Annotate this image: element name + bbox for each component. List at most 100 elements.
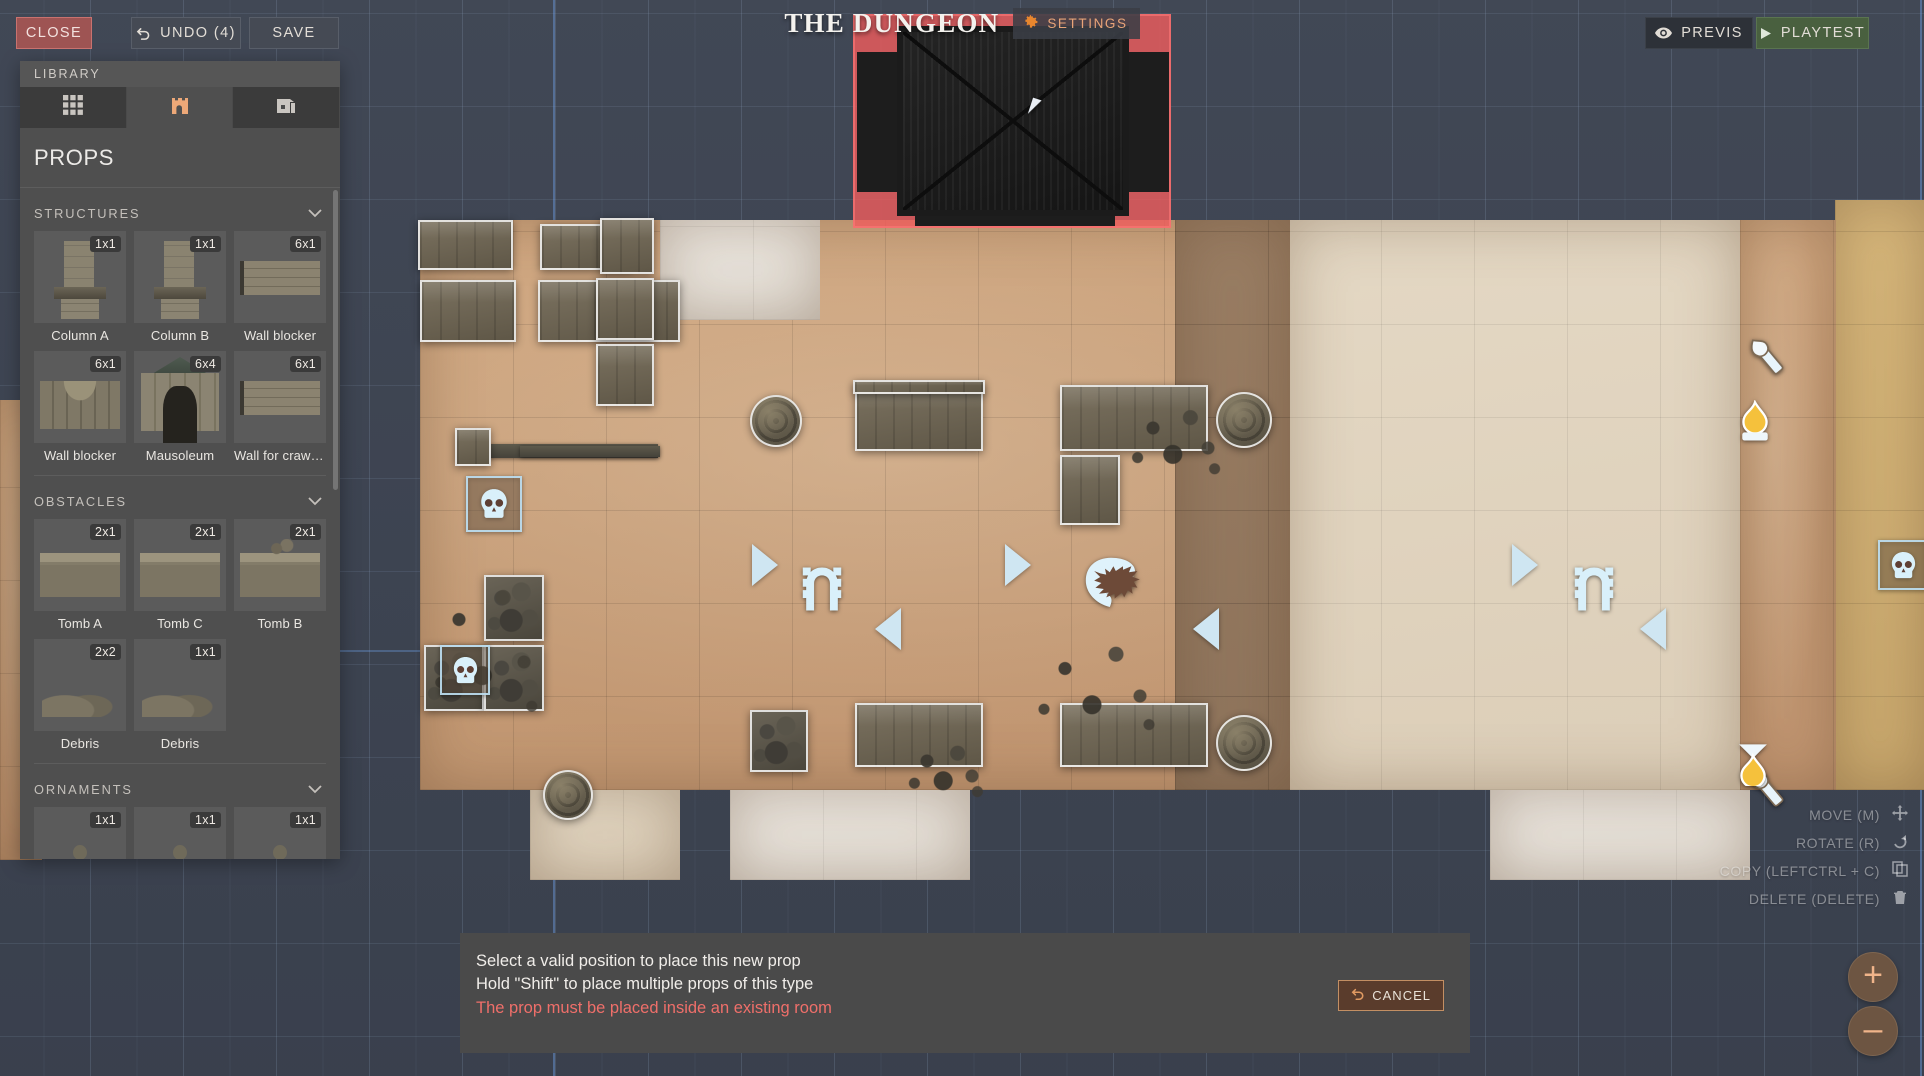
skull-icon[interactable]	[440, 645, 490, 695]
arrow-right-icon[interactable]	[1512, 544, 1538, 586]
library-item-size: 1x1	[189, 644, 221, 660]
door-arch-icon[interactable]	[1568, 560, 1620, 618]
monster-jaws-icon[interactable]	[1078, 552, 1144, 614]
gear-icon	[1023, 14, 1039, 33]
chevron-down-icon[interactable]	[308, 782, 322, 797]
arrow-right-icon[interactable]	[1005, 544, 1031, 586]
library-item-label: Mausoleum	[145, 448, 215, 463]
category-header-obstacles[interactable]: OBSTACLES	[20, 476, 340, 519]
map-prop-lid[interactable]	[853, 380, 985, 394]
library-item[interactable]: 2x2 Debris	[34, 639, 126, 751]
map-prop-slab[interactable]	[596, 344, 654, 406]
library-item[interactable]: 2x1 Tomb A	[34, 519, 126, 631]
map-prop-wall[interactable]	[520, 446, 660, 457]
library-item-thumbnail[interactable]: 1x1	[234, 807, 326, 859]
settings-button-label: SETTINGS	[1047, 16, 1128, 31]
library-item-thumbnail[interactable]: 2x2	[34, 639, 126, 731]
door-arch-icon[interactable]	[796, 560, 848, 618]
arrow-left-icon[interactable]	[1640, 608, 1666, 650]
library-item-label: Tomb C	[157, 616, 203, 631]
map-prop-round[interactable]	[543, 770, 593, 820]
chevron-down-icon[interactable]	[308, 494, 322, 509]
library-item[interactable]: 6x1 Wall for crawling	[234, 351, 326, 463]
zoom-controls[interactable]: + –	[1848, 948, 1898, 1056]
library-scrollbar[interactable]	[333, 190, 338, 490]
cancel-button-label: CANCEL	[1372, 988, 1431, 1003]
arrow-left-icon[interactable]	[1193, 608, 1219, 650]
map-prop-slab[interactable]	[600, 218, 654, 274]
library-item[interactable]: 6x1 Wall blocker	[234, 231, 326, 343]
map-prop-rubble[interactable]	[750, 710, 808, 772]
zoom-in-button[interactable]: +	[1848, 952, 1898, 1002]
library-item-thumbnail[interactable]: 6x1	[34, 351, 126, 443]
map-room-east[interactable]	[1288, 220, 1740, 790]
dialog-line-1: Select a valid position to place this ne…	[476, 952, 801, 970]
tab-assets[interactable]	[233, 87, 341, 128]
library-item-thumbnail[interactable]: 2x1	[234, 519, 326, 611]
map-prop-tomb[interactable]	[418, 220, 513, 270]
library-item-thumbnail[interactable]: 2x1	[134, 519, 226, 611]
library-tabs[interactable]	[20, 87, 341, 128]
library-item-thumbnail[interactable]: 1x1	[134, 639, 226, 731]
dungeon-editor-app: CLOSE UNDO (4) SAVE THE DUNGEON SETTINGS	[0, 0, 1924, 1076]
category-header-ornaments[interactable]: ORNAMENTS	[20, 764, 340, 807]
map-prop-tomb[interactable]	[420, 280, 516, 342]
library-item-thumbnail[interactable]: 1x1	[134, 231, 226, 323]
playtest-button[interactable]: PLAYTEST	[1756, 17, 1869, 49]
skull-icon[interactable]	[1878, 540, 1924, 590]
settings-button[interactable]: SETTINGS	[1013, 8, 1140, 39]
library-item-thumbnail[interactable]: 6x1	[234, 231, 326, 323]
library-item[interactable]: 1x1	[34, 807, 126, 859]
copy-icon	[1890, 861, 1910, 881]
library-item[interactable]: 1x1 Column A	[34, 231, 126, 343]
map-prop-tomb[interactable]	[855, 385, 983, 451]
grid-icon	[62, 94, 84, 121]
flame-icon[interactable]	[1732, 398, 1778, 446]
library-item[interactable]: 1x1	[134, 807, 226, 859]
map-prop-slab[interactable]	[596, 278, 654, 340]
library-item-thumbnail[interactable]: 2x1	[34, 519, 126, 611]
library-scroll-area[interactable]: STRUCTURES 1x1 Column A 1x1 Column B 6x1 Wall …	[20, 188, 340, 859]
map-prop-block[interactable]	[455, 428, 491, 466]
library-item[interactable]: 6x1 Wall blocker	[34, 351, 126, 463]
tab-tiles[interactable]	[20, 87, 127, 128]
rotate-arrow-icon	[1890, 833, 1910, 853]
library-item-thumbnail[interactable]: 6x4	[134, 351, 226, 443]
library-item[interactable]: 2x1 Tomb B	[234, 519, 326, 631]
category-header-structures[interactable]: STRUCTURES	[20, 188, 340, 231]
map-debris-scatter	[1120, 400, 1230, 480]
playtest-button-label: PLAYTEST	[1780, 25, 1866, 41]
library-item-thumbnail[interactable]: 1x1	[34, 231, 126, 323]
library-item-label: Column B	[150, 328, 210, 343]
skull-icon[interactable]	[466, 476, 522, 532]
flame-icon[interactable]	[1730, 740, 1776, 788]
arrow-left-icon[interactable]	[875, 608, 901, 650]
tab-props[interactable]	[126, 87, 234, 128]
shortcut-hints: MOVE (M) ROTATE (R) COPY (LEFTCTRL + C) DEL…	[1720, 805, 1910, 909]
torch-icon[interactable]	[1738, 328, 1794, 384]
library-item-thumbnail[interactable]: 6x1	[234, 351, 326, 443]
library-item[interactable]: 1x1 Column B	[134, 231, 226, 343]
library-item-size: 6x1	[89, 356, 121, 372]
map-prop-round[interactable]	[1216, 715, 1272, 771]
library-item[interactable]: 2x1 Tomb C	[134, 519, 226, 631]
library-item-thumbnail[interactable]: 1x1	[134, 807, 226, 859]
library-item-thumbnail[interactable]: 1x1	[34, 807, 126, 859]
cancel-button[interactable]: CANCEL	[1338, 980, 1444, 1011]
dialog-line-2: Hold "Shift" to place multiple props of …	[476, 975, 814, 994]
map-prop-round[interactable]	[750, 395, 802, 447]
library-item-size: 2x1	[189, 524, 221, 540]
library-item[interactable]: 1x1 Debris	[134, 639, 226, 751]
library-item[interactable]: 6x4 Mausoleum	[134, 351, 226, 463]
arrow-right-icon[interactable]	[752, 544, 778, 586]
chevron-down-icon[interactable]	[308, 206, 322, 221]
library-panel[interactable]: LIBRARY PROPS STRUCTURES 1x1 Column A 1x1	[20, 61, 341, 859]
library-item-size: 2x1	[89, 524, 121, 540]
map-prop-rubble[interactable]	[1060, 455, 1120, 525]
library-item-size: 1x1	[89, 236, 121, 252]
previs-button[interactable]: PREVIS	[1645, 17, 1753, 49]
zoom-out-button[interactable]: –	[1848, 1006, 1898, 1056]
library-item[interactable]: 1x1	[234, 807, 326, 859]
library-item-label: Debris	[160, 736, 200, 751]
map-debris-scatter	[1020, 630, 1170, 740]
